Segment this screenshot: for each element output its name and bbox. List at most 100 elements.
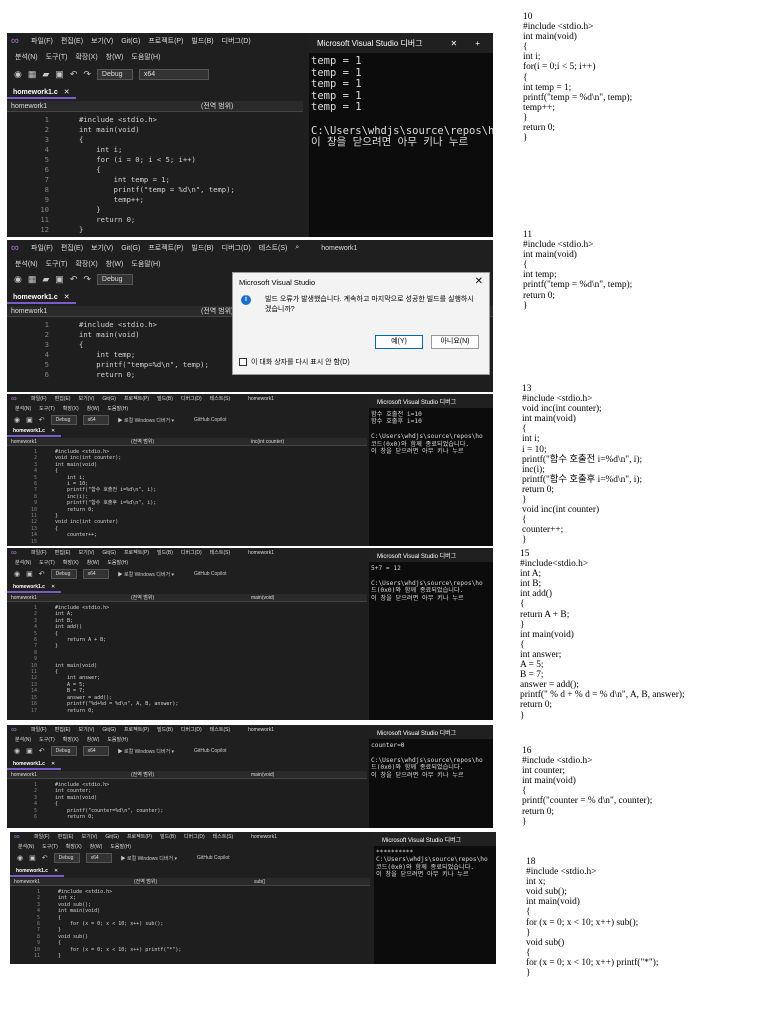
function-selector[interactable]: main(void): [251, 595, 274, 601]
menu-item[interactable]: 빌드(B): [157, 396, 173, 402]
menu-item[interactable]: 분석(N): [15, 737, 31, 743]
no-button[interactable]: 아니요(N): [431, 335, 479, 349]
platform-dropdown[interactable]: x64: [82, 569, 109, 579]
menu-item[interactable]: 분석(N): [15, 560, 31, 566]
function-selector[interactable]: sub(): [254, 879, 265, 885]
menu-item[interactable]: 프로젝트(P): [148, 243, 183, 253]
menu-item[interactable]: Git(G): [102, 727, 116, 733]
menu-item[interactable]: 도움말(H): [131, 259, 160, 269]
copilot-button[interactable]: GitHub Copilot: [194, 417, 227, 423]
code-editor[interactable]: 1 2 3 4 5 6 7 8 9 10 11 #include <stdio.…: [10, 887, 370, 964]
menu-item[interactable]: 파일(F): [31, 727, 47, 733]
platform-dropdown[interactable]: x64: [138, 68, 209, 80]
file-tab[interactable]: homework1.c ✕: [7, 583, 62, 593]
project-selector[interactable]: homework1: [11, 439, 37, 445]
menu-item[interactable]: 편집(E): [55, 550, 71, 556]
close-icon[interactable]: ✕: [475, 276, 483, 287]
save-icon[interactable]: ▣: [26, 747, 33, 755]
file-tab[interactable]: homework1.c ✕: [10, 867, 65, 877]
menu-item[interactable]: Git(G): [105, 834, 119, 840]
save-icon[interactable]: ▣: [26, 416, 33, 424]
new-project-icon[interactable]: ▦: [28, 274, 37, 285]
menu-item[interactable]: 디버그(D): [222, 243, 251, 253]
source-code[interactable]: #include <stdio.h> int x; void sub(); in…: [58, 889, 181, 959]
new-tab-icon[interactable]: +: [475, 39, 480, 48]
menu-item[interactable]: 프로젝트(P): [148, 36, 183, 46]
menu-item[interactable]: 창(W): [87, 737, 100, 743]
scope-selector[interactable]: (전역 범위): [201, 101, 233, 111]
menu-item[interactable]: Git(G): [102, 396, 116, 402]
scope-selector[interactable]: (전역 범위): [131, 594, 154, 601]
config-dropdown[interactable]: Debug: [96, 68, 133, 80]
menu-item[interactable]: 도움말(H): [107, 737, 128, 743]
menu-item[interactable]: 프로젝트(P): [124, 727, 149, 733]
menu-item[interactable]: 도구(T): [39, 737, 55, 743]
menu-item[interactable]: 빌드(B): [157, 727, 173, 733]
file-tab[interactable]: homework1.c ✕: [7, 292, 76, 304]
checkbox-box[interactable]: [239, 358, 247, 366]
menu-item[interactable]: 확장(X): [66, 844, 82, 850]
close-icon[interactable]: ✕: [64, 89, 70, 96]
code-editor[interactable]: 1 2 3 4 5 6 7 8 9 10 11 12 13 14 15 16 1…: [7, 603, 367, 720]
project-selector[interactable]: homework1: [11, 772, 37, 778]
menu-item[interactable]: 도구(T): [42, 844, 58, 850]
code-editor[interactable]: 1 2 3 4 5 6 7 8 9 10 11 12 #include <std…: [7, 113, 303, 237]
menu-item[interactable]: 분석(N): [15, 259, 38, 269]
close-icon[interactable]: ✕: [64, 294, 70, 301]
save-icon[interactable]: ▣: [55, 274, 64, 285]
new-project-icon[interactable]: ▦: [28, 69, 37, 80]
scope-selector[interactable]: (전역 범위): [201, 306, 233, 316]
menu-item[interactable]: 편집(E): [61, 36, 83, 46]
source-code[interactable]: #include <stdio.h> int counter; int main…: [55, 782, 163, 820]
back-icon[interactable]: ◉: [14, 570, 20, 578]
back-icon[interactable]: ◉: [14, 69, 22, 80]
menu-item[interactable]: 디버그(D): [184, 834, 205, 840]
scope-selector[interactable]: (전역 범위): [131, 771, 154, 778]
undo-icon[interactable]: ↶: [39, 747, 45, 755]
undo-icon[interactable]: ↶: [39, 570, 45, 578]
copilot-button[interactable]: GitHub Copilot: [194, 748, 227, 754]
menu-item[interactable]: Git(G): [121, 38, 140, 45]
menu-item[interactable]: 디버그(D): [222, 36, 251, 46]
menu-item[interactable]: 도움말(H): [110, 844, 131, 850]
menu-item[interactable]: 빌드(B): [191, 243, 213, 253]
menu-item[interactable]: 파일(F): [31, 396, 47, 402]
menu-item[interactable]: 보기(V): [78, 396, 94, 402]
run-debugger-button[interactable]: ▶ 로컬 Windows 디버거 ▾: [121, 855, 177, 862]
menu-item[interactable]: 창(W): [87, 406, 100, 412]
menu-item[interactable]: 테스트(S): [210, 550, 230, 556]
menu-item[interactable]: 확장(X): [63, 737, 79, 743]
menu-item[interactable]: 디버그(D): [181, 550, 202, 556]
menu-item[interactable]: 보기(V): [81, 834, 97, 840]
menu-item[interactable]: 확장(X): [63, 406, 79, 412]
menu-item[interactable]: 디버그(D): [181, 727, 202, 733]
run-debugger-button[interactable]: ▶ 로컬 Windows 디버거 ▾: [118, 748, 174, 755]
save-icon[interactable]: ▣: [29, 854, 36, 862]
menu-item[interactable]: 테스트(S): [259, 243, 288, 253]
project-selector[interactable]: homework1: [11, 103, 47, 110]
function-selector[interactable]: inc(int counter): [251, 439, 284, 445]
open-folder-icon[interactable]: ▰: [42, 274, 49, 285]
menu-item[interactable]: 테스트(S): [210, 727, 230, 733]
menu-item[interactable]: 도구(T): [39, 560, 55, 566]
save-icon[interactable]: ▣: [26, 570, 33, 578]
menu-item[interactable]: 보기(V): [78, 727, 94, 733]
menu-item[interactable]: 확장(X): [75, 259, 97, 269]
menu-item[interactable]: 빌드(B): [160, 834, 176, 840]
config-dropdown[interactable]: Debug: [50, 415, 77, 425]
yes-button[interactable]: 예(Y): [375, 335, 423, 349]
menu-item[interactable]: 보기(V): [78, 550, 94, 556]
project-selector[interactable]: homework1: [11, 595, 37, 601]
search-icon[interactable]: ⌕: [295, 244, 299, 252]
source-code[interactable]: #include <stdio.h> void inc(int counter)…: [55, 449, 156, 539]
config-dropdown[interactable]: Debug: [96, 273, 133, 285]
copilot-button[interactable]: GitHub Copilot: [194, 571, 227, 577]
menu-item[interactable]: 보기(V): [91, 243, 113, 253]
menu-item[interactable]: 파일(F): [31, 36, 53, 46]
back-icon[interactable]: ◉: [14, 747, 20, 755]
copilot-button[interactable]: GitHub Copilot: [197, 855, 230, 861]
file-tab[interactable]: homework1.c ✕: [7, 760, 62, 770]
menu-item[interactable]: 도움말(H): [107, 406, 128, 412]
menu-item[interactable]: 분석(N): [15, 52, 38, 62]
config-dropdown[interactable]: Debug: [50, 569, 77, 579]
